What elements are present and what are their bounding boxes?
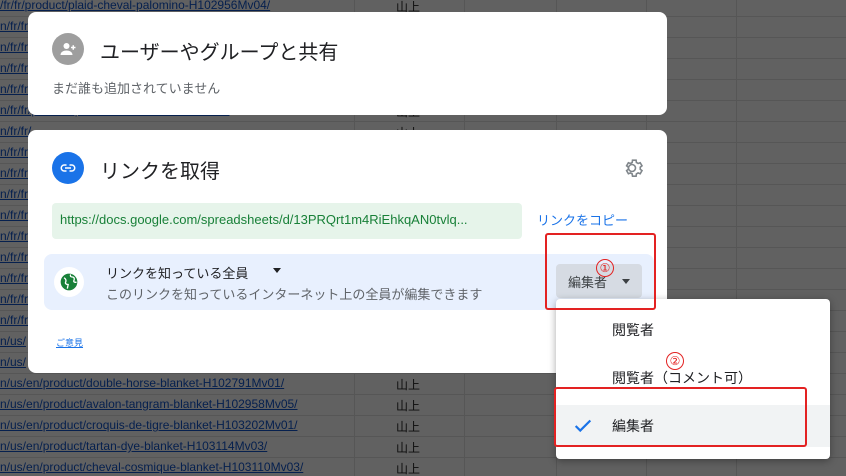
add-person-icon	[52, 33, 84, 65]
feedback-link[interactable]: ご意見	[56, 336, 83, 349]
role-menu-item-viewer[interactable]: 閲覧者	[556, 309, 830, 351]
share-with-people-card: ユーザーやグループと共有 まだ誰も追加されていません	[28, 12, 667, 115]
globe-icon	[54, 267, 84, 297]
role-menu-item-label: 閲覧者	[612, 323, 654, 339]
share-card-title: ユーザーやグループと共有	[100, 40, 339, 64]
caret-down-icon[interactable]	[273, 268, 281, 273]
link-icon	[52, 152, 84, 184]
copy-link-button[interactable]: リンクをコピー	[537, 210, 628, 229]
settings-gear-icon[interactable]	[620, 156, 644, 180]
annotation-marker-2: ②	[666, 352, 684, 370]
annotation-marker-1: ①	[596, 259, 614, 277]
role-menu-item-label: 閲覧者（コメント可）	[612, 371, 752, 387]
share-card-subtitle: まだ誰も追加されていません	[52, 82, 221, 97]
access-description: このリンクを知っているインターネット上の全員が編集できます	[106, 288, 483, 303]
share-url-field[interactable]: https://docs.google.com/spreadsheets/d/1…	[52, 203, 522, 239]
link-card-title: リンクを取得	[100, 159, 220, 183]
annotation-box-2	[554, 387, 807, 447]
access-scope-dropdown[interactable]: リンクを知っている全員	[106, 263, 248, 282]
